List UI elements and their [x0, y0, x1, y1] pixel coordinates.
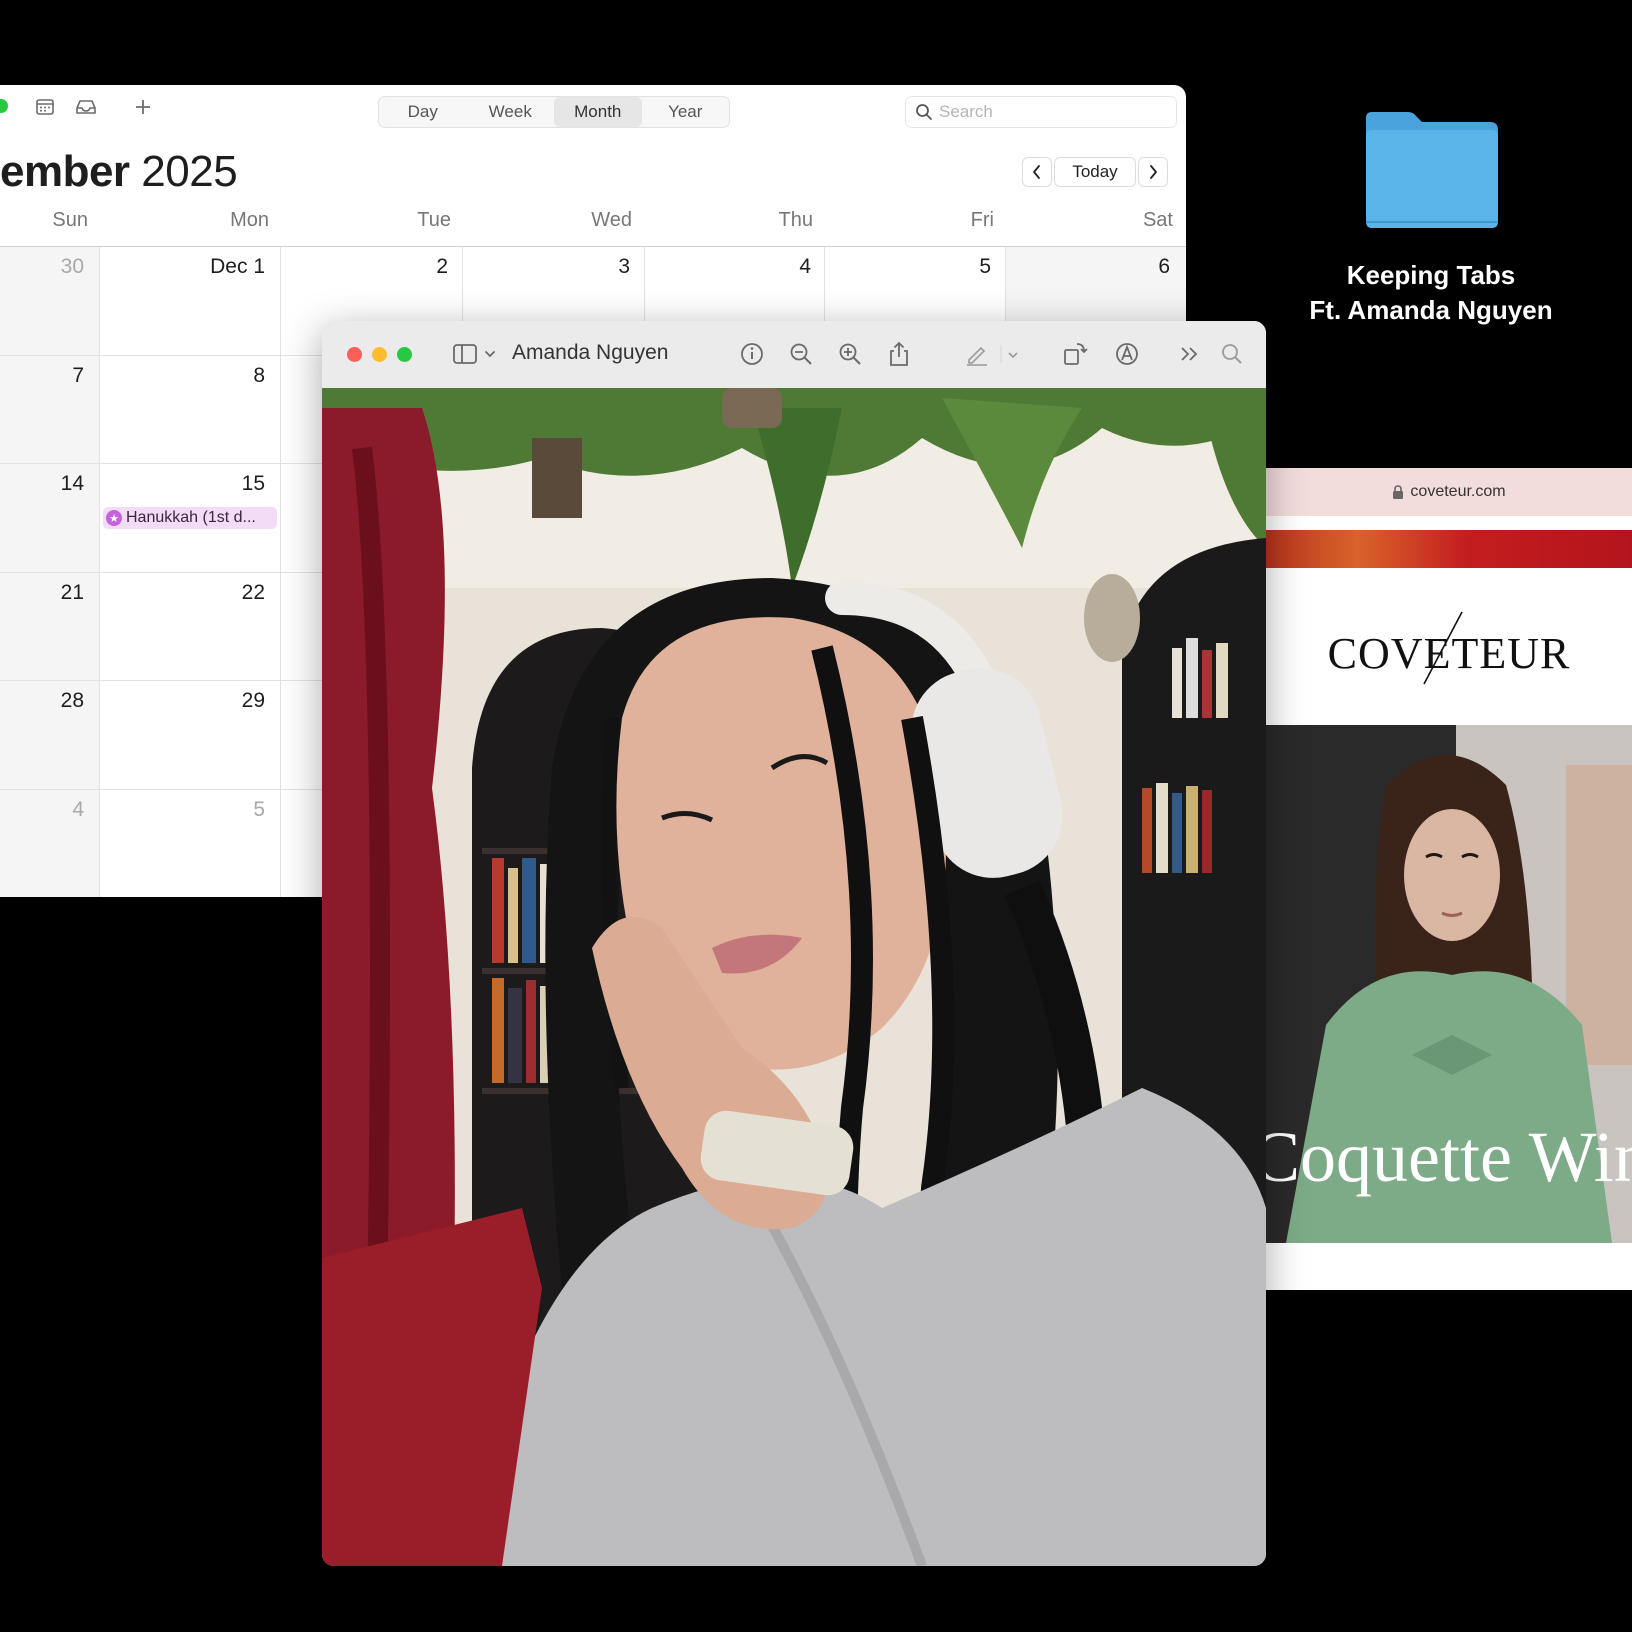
day-cell-number[interactable]: 3 [462, 255, 630, 279]
share-icon[interactable] [886, 341, 912, 367]
weekday-tue: Tue [417, 209, 451, 231]
day-cell-number[interactable]: 4 [0, 798, 84, 822]
search-icon [916, 104, 932, 120]
search-placeholder: Search [939, 102, 993, 121]
preview-window: Amanda Nguyen [322, 321, 1266, 1566]
zoom-out-icon[interactable] [788, 341, 814, 367]
calendars-icon[interactable] [34, 97, 58, 117]
selfie-photo [322, 388, 1266, 1566]
chevron-right-icon [1150, 165, 1157, 179]
folder-label-line1: Keeping Tabs [1346, 260, 1516, 290]
inbox-icon[interactable] [74, 97, 98, 117]
calendar-toolbar: Day Week Month Year Search [0, 85, 1186, 137]
weekday-mon: Mon [230, 209, 269, 231]
day-cell-number[interactable]: 2 [280, 255, 448, 279]
markup-icon[interactable] [1114, 341, 1140, 367]
add-event-icon[interactable] [133, 97, 157, 117]
month-title: cember 2025 [0, 147, 238, 197]
day-cell-number[interactable]: 29 [99, 689, 265, 713]
weekday-fri: Fri [970, 209, 994, 231]
folder-label-line2: Ft. Amanda Nguyen [1309, 295, 1553, 325]
day-cell-number[interactable]: 4 [644, 255, 811, 279]
header-divider [0, 246, 1186, 247]
sidebar-toggle-icon[interactable] [452, 341, 498, 367]
month-navigation: Today [1022, 157, 1168, 187]
day-cell-number[interactable]: 7 [0, 364, 84, 388]
view-year-button[interactable]: Year [642, 97, 730, 127]
previous-month-button[interactable] [1022, 157, 1052, 187]
preview-toolbar: Amanda Nguyen [322, 321, 1266, 389]
document-title: Amanda Nguyen [512, 341, 669, 364]
zoom-window-button[interactable] [0, 99, 8, 113]
logo-slash-mark [1423, 611, 1463, 685]
rotate-icon[interactable] [1062, 341, 1088, 367]
weekday-sat: Sat [1142, 209, 1173, 231]
day-cell-number[interactable]: 6 [1005, 255, 1170, 279]
close-window-button[interactable] [347, 347, 362, 362]
day-cell-number[interactable]: 5 [99, 798, 265, 822]
view-week-button[interactable]: Week [467, 97, 555, 127]
year: 2025 [141, 147, 238, 196]
holiday-star-icon: ★ [106, 510, 122, 526]
hero-image-strip [1266, 530, 1632, 568]
more-tools-icon[interactable] [1177, 341, 1203, 367]
search-icon[interactable] [1219, 341, 1245, 367]
month-name: cember [0, 147, 130, 196]
folder-label[interactable]: Keeping Tabs Ft. Amanda Nguyen [1280, 258, 1582, 328]
day-cell-number[interactable]: 28 [0, 689, 84, 713]
zoom-window-button[interactable] [397, 347, 412, 362]
weekday-thu: Thu [778, 209, 813, 231]
day-cell-number[interactable]: 15 [99, 472, 265, 496]
site-logo[interactable]: COVETEUR [1266, 611, 1632, 685]
markup-pen-icon[interactable] [965, 341, 1019, 367]
zoom-in-icon[interactable] [837, 341, 863, 367]
url-text: coveteur.com [1410, 483, 1506, 500]
weekday-wed: Wed [591, 209, 632, 231]
search-input[interactable]: Search [905, 96, 1177, 128]
today-button[interactable]: Today [1054, 157, 1136, 187]
minimize-window-button[interactable] [372, 347, 387, 362]
day-cell-number[interactable]: 30 [0, 255, 84, 279]
day-cell-number[interactable]: 21 [0, 581, 84, 605]
next-month-button[interactable] [1138, 157, 1168, 187]
weekday-sun: Sun [52, 209, 88, 231]
view-month-button[interactable]: Month [554, 97, 642, 127]
day-cell-number[interactable]: Dec 1 [99, 255, 265, 279]
info-icon[interactable] [739, 341, 765, 367]
chevron-left-icon [1033, 165, 1040, 179]
day-cell-number[interactable]: 5 [824, 255, 991, 279]
browser-window: coveteur.com COVETEUR Coquette Win [1266, 468, 1632, 1290]
day-cell-number[interactable]: 8 [99, 364, 265, 388]
view-switcher: Day Week Month Year [378, 96, 730, 128]
event-title: Hanukkah (1st d... [126, 509, 256, 526]
calendar-event[interactable]: ★ Hanukkah (1st d... [103, 507, 277, 529]
folder-icon[interactable] [1360, 110, 1502, 230]
day-divider [280, 247, 281, 897]
lock-icon [1393, 485, 1404, 499]
view-day-button[interactable]: Day [379, 97, 467, 127]
day-cell-number[interactable]: 22 [99, 581, 265, 605]
address-bar[interactable]: coveteur.com [1266, 468, 1632, 516]
day-cell-number[interactable]: 14 [0, 472, 84, 496]
article-headline[interactable]: Coquette Win [1266, 1116, 1632, 1199]
